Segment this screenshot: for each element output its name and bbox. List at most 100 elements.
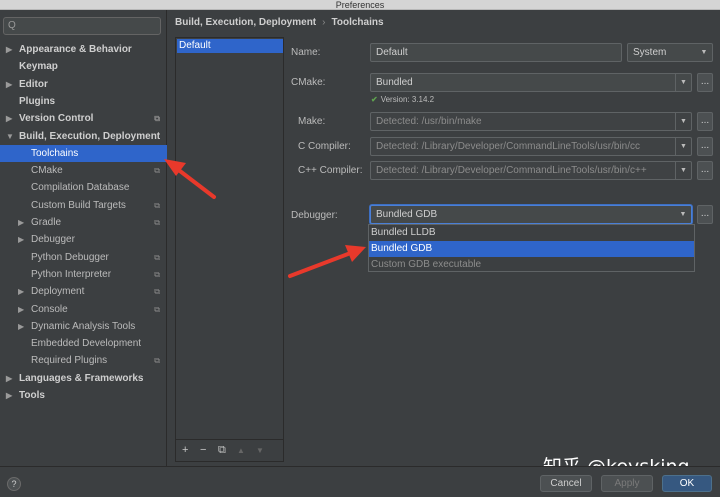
debugger-value: Bundled GDB: [376, 209, 438, 220]
sidebar-item-compilation-database[interactable]: Compilation Database: [0, 179, 167, 196]
help-button[interactable]: ?: [7, 477, 21, 491]
copy-icon[interactable]: ⧉: [218, 444, 226, 457]
chevron-right-icon[interactable]: ▶: [18, 231, 24, 248]
environment-select[interactable]: System ▼: [627, 43, 713, 62]
cpp-compiler-value: Detected: /Library/Developer/CommandLine…: [376, 165, 647, 176]
debugger-option-gdb[interactable]: Bundled GDB: [369, 241, 694, 257]
name-field[interactable]: Default: [370, 43, 622, 62]
sidebar-item-embedded-development[interactable]: Embedded Development: [0, 335, 167, 352]
project-scope-icon: ⧉: [154, 287, 160, 297]
sidebar-item-label: Gradle: [31, 217, 62, 228]
sidebar-item-deployment[interactable]: ▶ Deployment ⧉: [0, 283, 167, 300]
apply-button[interactable]: Apply: [601, 475, 653, 492]
sidebar-item-build-execution-deployment[interactable]: ▼ Build, Execution, Deployment: [0, 128, 167, 145]
sidebar-item-console[interactable]: ▶ Console ⧉: [0, 301, 167, 318]
sidebar-item-label: Required Plugins: [31, 355, 108, 367]
list-toolbar: + − ⧉ ▲ ▼: [176, 439, 283, 461]
sidebar-item-label: Plugins: [19, 95, 56, 107]
sidebar-item-dynamic-analysis-tools[interactable]: ▶ Dynamic Analysis Tools: [0, 318, 167, 335]
chevron-down-icon: ▼: [675, 138, 691, 155]
chevron-down-icon: ▼: [675, 113, 691, 130]
move-down-icon[interactable]: ▼: [256, 446, 264, 455]
chevron-down-icon: ▼: [700, 49, 708, 56]
project-scope-icon: ⧉: [154, 252, 160, 262]
sidebar-item-label: Compilation Database: [31, 182, 130, 194]
sidebar-item-editor[interactable]: ▶ Editor: [0, 76, 167, 93]
cpp-compiler-browse-button[interactable]: ...: [697, 161, 713, 180]
chevron-down-icon: ▼: [675, 162, 691, 179]
chevron-right-icon[interactable]: ▶: [6, 110, 12, 127]
sidebar-item-label: Debugger: [31, 234, 75, 246]
sidebar-item-label: Deployment: [31, 286, 85, 298]
sidebar-item-keymap[interactable]: Keymap: [0, 58, 167, 75]
chevron-down-icon: ▼: [675, 74, 691, 91]
cmake-version: ✔ Version: 3.14.2: [371, 95, 434, 104]
cmake-select[interactable]: Bundled ▼: [370, 73, 692, 92]
chevron-right-icon[interactable]: ▶: [18, 301, 24, 318]
cancel-button[interactable]: Cancel: [540, 475, 592, 492]
debugger-option-lldb[interactable]: Bundled LLDB: [369, 225, 694, 241]
sidebar-item-label: Keymap: [19, 61, 58, 73]
remove-icon[interactable]: −: [200, 444, 206, 456]
check-icon: ✔: [371, 95, 378, 104]
sidebar-item-label: Embedded Development: [31, 338, 142, 350]
add-icon[interactable]: +: [182, 444, 188, 456]
sidebar-item-label: CMake: [31, 165, 63, 177]
cmake-label: CMake:: [291, 77, 326, 88]
chevron-right-icon[interactable]: ▶: [18, 283, 24, 300]
chevron-right-icon[interactable]: ▶: [18, 214, 24, 231]
sidebar-item-toolchains[interactable]: Toolchains: [0, 144, 167, 162]
cpp-compiler-label: C++ Compiler:: [298, 165, 363, 176]
sidebar-item-label: Languages & Frameworks: [19, 372, 144, 384]
chevron-right-icon[interactable]: ▶: [18, 318, 24, 335]
sidebar-item-label: Tools: [19, 390, 45, 401]
make-label: Make:: [298, 116, 326, 127]
sidebar-item-python-debugger[interactable]: Python Debugger ⧉: [0, 249, 167, 266]
breadcrumb-current: Toolchains: [331, 17, 384, 28]
project-scope-icon: ⧉: [154, 218, 160, 227]
sidebar-item-plugins[interactable]: Plugins: [0, 93, 167, 110]
toolchains-list: Default + − ⧉ ▲ ▼: [175, 37, 284, 462]
debugger-dropdown-list: Bundled LLDB Bundled GDB Custom GDB exec…: [368, 224, 695, 272]
c-compiler-select[interactable]: Detected: /Library/Developer/CommandLine…: [370, 137, 692, 156]
project-scope-icon: ⧉: [154, 269, 160, 279]
sidebar-item-tools[interactable]: ▶ Tools: [0, 387, 167, 404]
sidebar-item-label: Python Interpreter: [31, 268, 112, 280]
chevron-right-icon[interactable]: ▶: [6, 387, 12, 404]
sidebar-item-label: Dynamic Analysis Tools: [31, 320, 136, 332]
debugger-option-custom-gdb[interactable]: Custom GDB executable: [369, 257, 694, 273]
search-input[interactable]: Q: [3, 17, 161, 35]
ok-button[interactable]: OK: [662, 475, 712, 492]
make-select[interactable]: Detected: /usr/bin/make ▼: [370, 112, 692, 131]
cpp-compiler-select[interactable]: Detected: /Library/Developer/CommandLine…: [370, 161, 692, 180]
environment-value: System: [633, 47, 667, 58]
toolchain-item-default[interactable]: Default: [177, 39, 283, 53]
name-label: Name:: [291, 47, 321, 58]
sidebar-item-version-control[interactable]: ▶ Version Control ⧉: [0, 110, 167, 127]
chevron-right-icon[interactable]: ▶: [6, 370, 12, 387]
chevron-right-icon[interactable]: ▶: [6, 41, 12, 58]
chevron-right-icon[interactable]: ▶: [6, 76, 12, 93]
dialog-footer: ? Cancel Apply OK: [0, 466, 720, 497]
sidebar-item-label: Python Debugger: [31, 251, 109, 263]
sidebar-item-label: Appearance & Behavior: [19, 44, 132, 55]
cmake-browse-button[interactable]: ...: [697, 73, 713, 92]
annotation-arrow-bundled-gdb: [288, 245, 366, 278]
make-browse-button[interactable]: ...: [697, 112, 713, 131]
move-up-icon[interactable]: ▲: [237, 446, 245, 455]
c-compiler-browse-button[interactable]: ...: [697, 137, 713, 156]
cmake-version-text: Version: 3.14.2: [380, 95, 435, 104]
sidebar-item-python-interpreter[interactable]: Python Interpreter ⧉: [0, 266, 167, 283]
sidebar-item-required-plugins[interactable]: Required Plugins ⧉: [0, 352, 167, 369]
window-title: Preferences: [0, 0, 720, 10]
sidebar-item-languages-frameworks[interactable]: ▶ Languages & Frameworks: [0, 370, 167, 387]
sidebar-item-cmake[interactable]: CMake ⧉: [0, 162, 167, 179]
chevron-down-icon[interactable]: ▼: [6, 128, 14, 145]
debugger-browse-button[interactable]: ...: [697, 205, 713, 224]
project-scope-icon: ⧉: [154, 166, 160, 176]
sidebar-item-custom-build-targets[interactable]: Custom Build Targets ⧉: [0, 197, 167, 214]
debugger-select[interactable]: Bundled GDB ▼: [370, 205, 692, 224]
sidebar-item-debugger[interactable]: ▶ Debugger: [0, 231, 167, 248]
sidebar-item-appearance-behavior[interactable]: ▶ Appearance & Behavior: [0, 41, 167, 58]
sidebar-item-gradle[interactable]: ▶ Gradle ⧉: [0, 214, 167, 231]
